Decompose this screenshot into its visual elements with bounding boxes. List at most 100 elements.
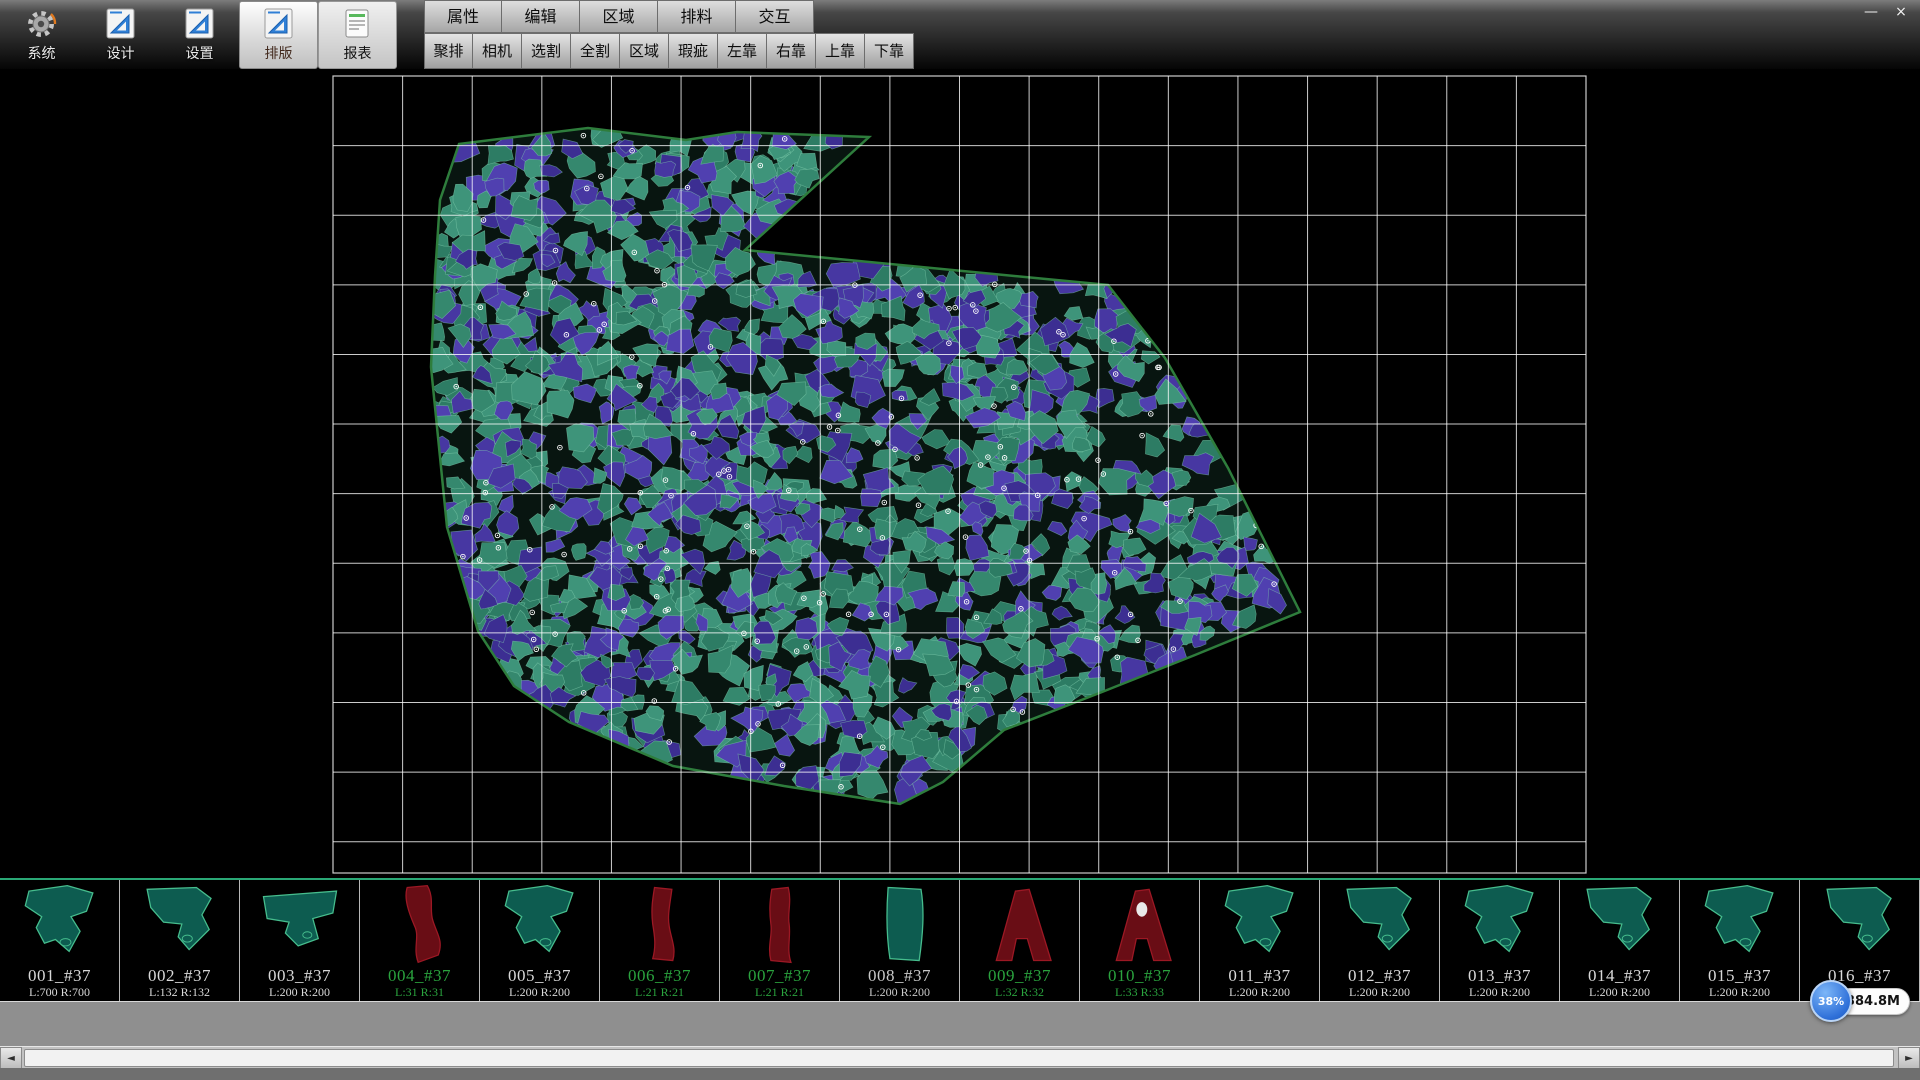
- piece-lr-count: L:31 R:31: [395, 985, 444, 1000]
- piece-shape-icon: [242, 882, 358, 966]
- piece-thumbnail-2[interactable]: 002_#37L:132 R:132: [120, 880, 240, 1001]
- piece-id-label: 007_#37: [748, 966, 811, 985]
- app-button-label: 排版: [265, 43, 293, 63]
- piece-thumbnail-8[interactable]: 008_#37L:200 R:200: [840, 880, 960, 1001]
- tool-button-7[interactable]: 右靠: [767, 33, 816, 69]
- menu-tab-3[interactable]: 排料: [658, 0, 736, 33]
- piece-shape-icon: [722, 882, 838, 966]
- menu-tab-4[interactable]: 交互: [736, 0, 814, 33]
- piece-shape-icon: [1682, 882, 1798, 966]
- piece-lr-count: L:200 R:200: [1349, 985, 1410, 1000]
- piece-id-label: 009_#37: [988, 966, 1051, 985]
- piece-id-label: 012_#37: [1348, 966, 1411, 985]
- piece-thumbnail-strip: 001_#37L:700 R:700002_#37L:132 R:132003_…: [0, 878, 1920, 1002]
- piece-shape-icon: [362, 882, 478, 966]
- piece-lr-count: L:32 R:32: [995, 985, 1044, 1000]
- menu-tab-0[interactable]: 属性: [424, 0, 502, 33]
- piece-shape-icon: [962, 882, 1078, 966]
- piece-id-label: 003_#37: [268, 966, 331, 985]
- piece-id-label: 004_#37: [388, 966, 451, 985]
- menu-tab-1[interactable]: 编辑: [502, 0, 580, 33]
- piece-lr-count: L:200 R:200: [1229, 985, 1290, 1000]
- app-button-gear[interactable]: 系统: [2, 1, 81, 69]
- piece-lr-count: L:200 R:200: [509, 985, 570, 1000]
- tool-button-4[interactable]: 区域: [620, 33, 669, 69]
- piece-lr-count: L:200 R:200: [1709, 985, 1770, 1000]
- menu-tab-bar: 属性编辑区域排料交互: [424, 0, 814, 33]
- piece-id-label: 011_#37: [1228, 966, 1290, 985]
- report-icon: [341, 7, 375, 41]
- piece-thumbnail-13[interactable]: 013_#37L:200 R:200: [1440, 880, 1560, 1001]
- top-ribbon: 系统设计设置排版报表 属性编辑区域排料交互 聚排相机选割全割区域瑕疵左靠右靠上靠…: [0, 0, 1920, 70]
- piece-shape-icon: [482, 882, 598, 966]
- piece-id-label: 002_#37: [148, 966, 211, 985]
- menu-tab-2[interactable]: 区域: [580, 0, 658, 33]
- piece-shape-icon: [1802, 882, 1918, 966]
- piece-id-label: 013_#37: [1468, 966, 1531, 985]
- piece-shape-icon: [1322, 882, 1438, 966]
- tool-button-9[interactable]: 下靠: [865, 33, 914, 69]
- piece-thumbnail-9[interactable]: 009_#37L:32 R:32: [960, 880, 1080, 1001]
- piece-lr-count: L:21 R:21: [755, 985, 804, 1000]
- settings-icon: [183, 7, 217, 41]
- piece-thumbnail-4[interactable]: 004_#37L:31 R:31: [360, 880, 480, 1001]
- tool-button-1[interactable]: 相机: [473, 33, 522, 69]
- app-button-label: 报表: [344, 43, 372, 63]
- piece-lr-count: L:200 R:200: [269, 985, 330, 1000]
- app-button-report[interactable]: 报表: [318, 1, 397, 69]
- piece-lr-count: L:21 R:21: [635, 985, 684, 1000]
- piece-id-label: 006_#37: [628, 966, 691, 985]
- app-button-design[interactable]: 设计: [81, 1, 160, 69]
- progress-value: 38%: [1818, 995, 1844, 1008]
- piece-shape-icon: [602, 882, 718, 966]
- memory-usage-value: 384.8M: [1846, 994, 1900, 1009]
- minimize-button[interactable]: —: [1858, 2, 1884, 22]
- piece-id-label: 008_#37: [868, 966, 931, 985]
- window-bottom-edge: [0, 1068, 1920, 1080]
- tool-button-bar: 聚排相机选割全割区域瑕疵左靠右靠上靠下靠: [424, 33, 914, 70]
- piece-thumbnail-11[interactable]: 011_#37L:200 R:200: [1200, 880, 1320, 1001]
- nesting-icon: [262, 7, 296, 41]
- footer-background: [0, 1002, 1920, 1046]
- piece-lr-count: L:132 R:132: [149, 985, 210, 1000]
- piece-thumbnail-1[interactable]: 001_#37L:700 R:700: [0, 880, 120, 1001]
- horizontal-scrollbar[interactable]: ◄ ►: [0, 1046, 1920, 1068]
- piece-thumbnail-10[interactable]: 010_#37L:33 R:33: [1080, 880, 1200, 1001]
- piece-shape-icon: [1442, 882, 1558, 966]
- tool-button-3[interactable]: 全割: [571, 33, 620, 69]
- application-window: 系统设计设置排版报表 属性编辑区域排料交互 聚排相机选割全割区域瑕疵左靠右靠上靠…: [0, 0, 1920, 1080]
- window-controls: — ×: [1858, 2, 1914, 22]
- scroll-right-button[interactable]: ►: [1898, 1047, 1920, 1069]
- nesting-layout-drawing: [0, 70, 1920, 878]
- close-button[interactable]: ×: [1888, 2, 1914, 22]
- design-icon: [104, 7, 138, 41]
- piece-thumbnail-6[interactable]: 006_#37L:21 R:21: [600, 880, 720, 1001]
- piece-thumbnail-12[interactable]: 012_#37L:200 R:200: [1320, 880, 1440, 1001]
- piece-thumbnail-15[interactable]: 015_#37L:200 R:200: [1680, 880, 1800, 1001]
- piece-thumbnail-5[interactable]: 005_#37L:200 R:200: [480, 880, 600, 1001]
- piece-id-label: 001_#37: [28, 966, 91, 985]
- app-button-nesting[interactable]: 排版: [239, 1, 318, 69]
- piece-thumbnail-3[interactable]: 003_#37L:200 R:200: [240, 880, 360, 1001]
- piece-shape-icon: [842, 882, 958, 966]
- nesting-canvas[interactable]: [0, 70, 1920, 878]
- tool-button-0[interactable]: 聚排: [424, 33, 473, 69]
- piece-lr-count: L:700 R:700: [29, 985, 90, 1000]
- piece-lr-count: L:200 R:200: [1589, 985, 1650, 1000]
- tool-button-2[interactable]: 选割: [522, 33, 571, 69]
- scroll-left-button[interactable]: ◄: [0, 1047, 22, 1069]
- piece-lr-count: L:33 R:33: [1115, 985, 1164, 1000]
- gear-icon: [25, 7, 59, 41]
- tool-button-8[interactable]: 上靠: [816, 33, 865, 69]
- piece-thumbnail-7[interactable]: 007_#37L:21 R:21: [720, 880, 840, 1001]
- piece-shape-icon: [2, 882, 118, 966]
- piece-thumbnail-14[interactable]: 014_#37L:200 R:200: [1560, 880, 1680, 1001]
- tool-button-6[interactable]: 左靠: [718, 33, 767, 69]
- scrollbar-thumb[interactable]: [24, 1049, 1894, 1067]
- tool-button-5[interactable]: 瑕疵: [669, 33, 718, 69]
- piece-id-label: 015_#37: [1708, 966, 1771, 985]
- piece-shape-icon: [1562, 882, 1678, 966]
- piece-id-label: 005_#37: [508, 966, 571, 985]
- app-mode-buttons: 系统设计设置排版 报表: [2, 0, 397, 70]
- app-button-settings[interactable]: 设置: [160, 1, 239, 69]
